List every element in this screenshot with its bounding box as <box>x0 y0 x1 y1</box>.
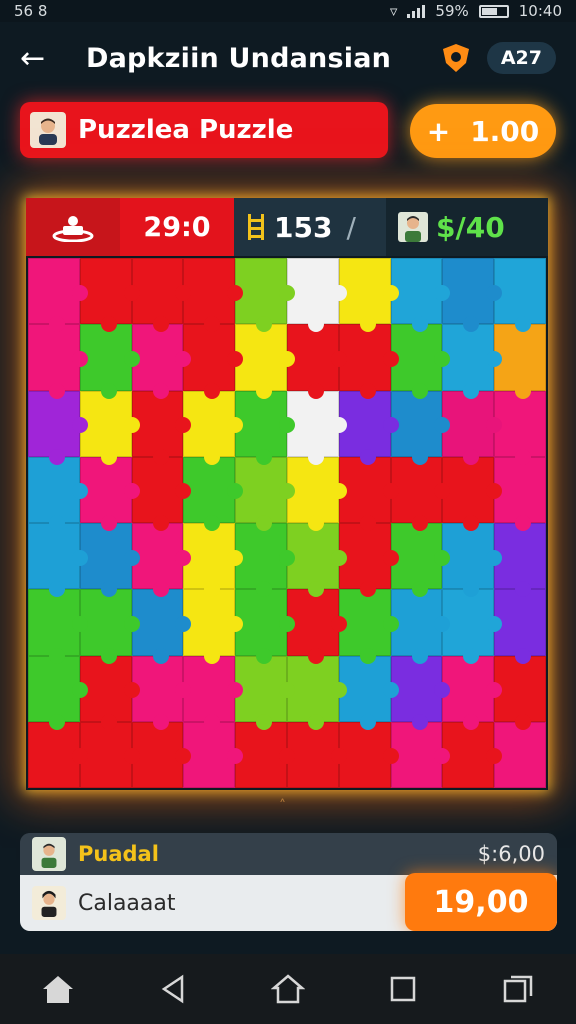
add-coins-button[interactable]: + 1.00 <box>410 104 556 158</box>
avatar <box>32 886 66 920</box>
player-avatar-icon <box>398 212 428 242</box>
avatar <box>32 837 66 871</box>
profile-badge[interactable]: A27 <box>486 42 556 74</box>
recents-icon[interactable] <box>496 967 540 1011</box>
player-row[interactable]: Puadal $:6,00 <box>20 833 557 875</box>
puzzle-piece[interactable] <box>28 390 88 466</box>
puzzle-piece[interactable] <box>442 258 502 333</box>
puzzle-piece[interactable] <box>183 721 243 788</box>
puzzle-grid[interactable] <box>28 258 546 788</box>
coin-balance: 1.00 <box>470 114 540 148</box>
chevron-up-icon[interactable]: ˄ <box>279 798 286 814</box>
moves-counter: 153 / <box>234 198 386 256</box>
puzzle-piece[interactable] <box>235 523 295 598</box>
battery-icon <box>478 4 509 18</box>
status-bar: 56 8 ▿ 59% 10:40 <box>0 0 576 22</box>
square-icon[interactable] <box>381 967 425 1011</box>
puzzle-piece[interactable] <box>183 655 243 731</box>
back-arrow-icon[interactable]: ← <box>20 41 60 76</box>
puzzle-piece[interactable] <box>494 523 546 598</box>
players-panel: Puadal $:6,00 Calaaaat 19,00 <box>20 833 557 931</box>
puzzle-board: 29:0 153 / $/40 <box>26 198 548 790</box>
puzzle-piece[interactable] <box>442 655 502 731</box>
puzzle-piece[interactable] <box>442 324 502 399</box>
puzzle-piece[interactable] <box>28 324 88 399</box>
player-pawn-icon <box>52 216 94 242</box>
wifi-icon: ▿ <box>389 2 398 20</box>
ladder-icon <box>248 214 264 240</box>
puzzle-piece[interactable] <box>494 258 546 333</box>
avatar <box>30 112 66 148</box>
stats-bar: 29:0 153 / $/40 <box>26 198 548 256</box>
battery-percent: 59% <box>435 2 469 20</box>
shield-icon[interactable] <box>439 41 473 75</box>
puzzle-piece[interactable] <box>183 589 243 664</box>
puzzle-piece[interactable] <box>442 456 502 532</box>
stat-home[interactable] <box>26 198 120 256</box>
puzzle-piece[interactable] <box>183 523 243 598</box>
home-icon[interactable] <box>36 967 80 1011</box>
puzzle-piece[interactable] <box>28 456 88 532</box>
puzzle-piece[interactable] <box>183 456 243 532</box>
money-counter: $/40 <box>386 198 548 256</box>
signal-icon <box>407 4 426 18</box>
plus-icon: + <box>426 114 451 148</box>
puzzle-piece[interactable] <box>183 324 243 399</box>
puzzle-piece[interactable] <box>28 258 88 333</box>
status-left-text: 56 8 <box>14 2 48 20</box>
system-nav-bar <box>0 954 576 1024</box>
home-outline-icon[interactable] <box>266 967 310 1011</box>
page-title: Dapkziin Undansian <box>86 42 392 74</box>
puzzle-piece[interactable] <box>442 523 502 598</box>
puzzle-piece[interactable] <box>442 390 502 466</box>
moves-value: 153 <box>274 210 333 244</box>
puzzle-piece[interactable] <box>183 258 243 333</box>
status-right: ▿ 59% 10:40 <box>390 2 562 20</box>
puzzle-piece[interactable] <box>442 589 502 664</box>
puzzle-title: Puzzlea Puzzle <box>78 115 294 145</box>
puzzle-piece[interactable] <box>235 258 295 333</box>
bet-button[interactable]: 19,00 <box>405 873 557 931</box>
player-name: Puadal <box>78 842 159 866</box>
player-amount: $:6,00 <box>477 842 545 866</box>
money-value: $/40 <box>436 210 505 244</box>
puzzle-banner: Puzzlea Puzzle <box>20 102 388 158</box>
back-triangle-icon[interactable] <box>151 967 195 1011</box>
puzzle-piece[interactable] <box>28 655 88 731</box>
puzzle-piece[interactable] <box>183 390 243 466</box>
puzzle-piece[interactable] <box>28 721 88 788</box>
moves-slash: / <box>346 210 356 244</box>
clock: 10:40 <box>518 2 562 20</box>
puzzle-piece[interactable] <box>28 589 88 664</box>
score-value: 29:0 <box>120 198 234 256</box>
puzzle-piece[interactable] <box>28 523 88 598</box>
app-header: ← Dapkziin Undansian A27 <box>0 30 576 86</box>
puzzle-piece[interactable] <box>442 721 502 788</box>
